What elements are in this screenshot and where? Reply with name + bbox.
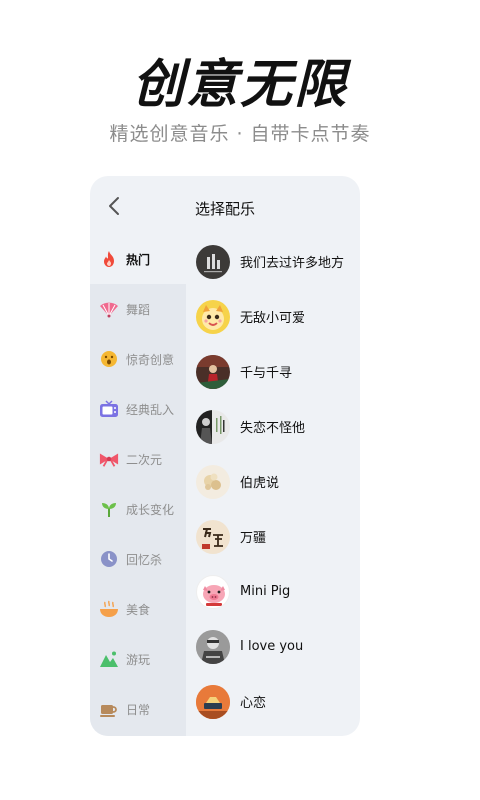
category-item-food[interactable]: 美食 — [90, 584, 186, 634]
song-title: 万疆 — [240, 531, 267, 546]
song-cover — [196, 299, 230, 334]
song-title: 失恋不怪他 — [240, 421, 306, 436]
clock-icon — [99, 549, 119, 569]
flame-icon — [99, 249, 119, 269]
chevron-left-icon — [109, 197, 119, 215]
song-row[interactable]: Mini Pig — [186, 564, 360, 619]
category-label: 热门 — [126, 252, 151, 267]
panel-title: 选择配乐 — [194, 200, 255, 218]
song-cover — [196, 629, 230, 664]
song-cover — [196, 244, 230, 279]
category-label: 舞蹈 — [126, 302, 151, 317]
fan-icon — [99, 299, 119, 319]
song-row[interactable]: 伯虎说 — [186, 454, 360, 509]
song-row[interactable]: 无敌小可爱 — [186, 289, 360, 344]
category-label: 成长变化 — [126, 502, 175, 517]
category-label: 美食 — [126, 602, 151, 617]
bow-icon — [99, 449, 119, 469]
song-row[interactable]: 万疆 — [186, 509, 360, 564]
song-title: I love you — [240, 639, 304, 654]
category-item-memories[interactable]: 回忆杀 — [90, 534, 186, 584]
song-cover — [196, 409, 230, 444]
sprout-icon — [99, 499, 119, 519]
category-label: 日常 — [126, 702, 151, 717]
hero-title: 创意无限 — [131, 55, 348, 115]
hero-subtitle: 精选创意音乐 · 自带卡点节奏 — [109, 123, 371, 145]
tv-icon — [99, 399, 119, 419]
mountain-icon — [99, 649, 119, 669]
category-item-travel[interactable]: 游玩 — [90, 634, 186, 684]
category-item-surprise[interactable]: 惊奇创意 — [90, 334, 186, 384]
category-item-classic[interactable]: 经典乱入 — [90, 384, 186, 434]
category-label: 游玩 — [126, 652, 151, 667]
category-item-daily[interactable]: 日常 — [90, 684, 186, 734]
song-title: 伯虎说 — [240, 476, 280, 491]
song-cover — [196, 464, 230, 499]
category-item-growth[interactable]: 成长变化 — [90, 484, 186, 534]
song-row[interactable]: 心恋 — [186, 674, 360, 729]
song-cover — [196, 519, 230, 554]
song-cover — [196, 354, 230, 389]
coffee-cup-icon — [99, 699, 119, 719]
song-title: 我们去过许多地方 — [240, 256, 345, 271]
song-row[interactable]: 我们去过许多地方 — [186, 234, 360, 289]
category-item-hot[interactable]: 热门 — [90, 234, 186, 284]
song-row[interactable]: 失恋不怪他 — [186, 399, 360, 454]
category-item-dance[interactable]: 舞蹈 — [90, 284, 186, 334]
category-label: 回忆杀 — [126, 552, 163, 567]
song-title: Mini Pig — [240, 584, 291, 599]
category-label: 二次元 — [126, 452, 163, 467]
song-row[interactable]: I love you — [186, 619, 360, 674]
surprised-face-icon — [99, 349, 119, 369]
back-button[interactable] — [98, 190, 130, 222]
song-title: 无敌小可爱 — [240, 311, 306, 326]
category-item-anime[interactable]: 二次元 — [90, 434, 186, 484]
song-cover — [196, 684, 230, 719]
song-row[interactable]: 千与千寻 — [186, 344, 360, 399]
song-cover — [196, 574, 230, 609]
category-label: 惊奇创意 — [126, 352, 175, 367]
category-sidebar: 热门 舞蹈 惊奇创意 经典乱入 二次元 成长变化 回忆杀 美食 游玩 日常 — [90, 234, 186, 736]
bowl-icon — [99, 599, 119, 619]
song-title: 心恋 — [240, 696, 267, 711]
category-label: 经典乱入 — [126, 402, 175, 417]
song-title: 千与千寻 — [240, 366, 293, 381]
music-picker-panel: 选择配乐 热门 舞蹈 惊奇创意 经典乱入 二次元 成长变化 回忆杀 美食 游玩 … — [90, 176, 360, 736]
song-list: 我们去过许多地方 无敌小可爱 千与千寻 失恋不怪他 伯虎说 万疆 Mini Pi… — [186, 234, 360, 736]
